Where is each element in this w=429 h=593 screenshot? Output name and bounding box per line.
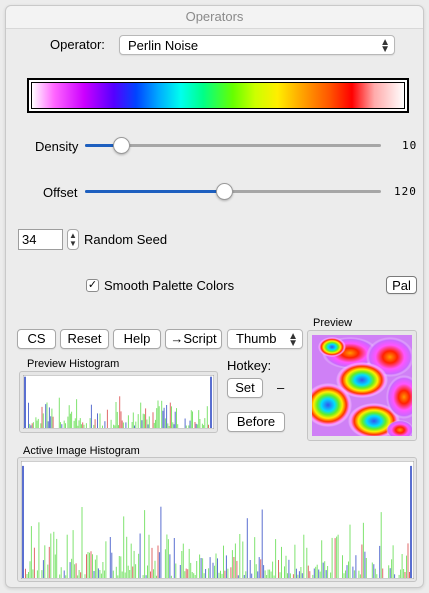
preview-label: Preview bbox=[313, 317, 353, 329]
thumb-value: Thumb bbox=[236, 331, 277, 346]
before-button[interactable]: Before bbox=[227, 412, 285, 432]
density-value: 10 bbox=[402, 139, 418, 152]
operator-popup[interactable]: Perlin Noise ▲ ▼ bbox=[119, 35, 395, 55]
seed-label: Random Seed bbox=[84, 232, 168, 247]
chevron-up-down-icon: ▲ ▼ bbox=[288, 331, 298, 349]
pal-button[interactable]: Pal bbox=[386, 276, 417, 294]
script-button[interactable]: →Script bbox=[165, 329, 222, 349]
palette-gradient bbox=[31, 82, 405, 109]
hotkey-label: Hotkey: bbox=[227, 358, 272, 373]
hotkey-value: – bbox=[277, 380, 285, 395]
thumb-popup[interactable]: Thumb ▲ ▼ bbox=[227, 329, 303, 349]
reset-button[interactable]: Reset bbox=[60, 329, 109, 349]
smooth-label: Smooth Palette Colors bbox=[104, 278, 235, 293]
active-histogram-plot bbox=[21, 461, 414, 579]
operator-label: Operator: bbox=[50, 37, 105, 52]
active-histogram-box bbox=[17, 457, 417, 582]
offset-value: 120 bbox=[394, 185, 417, 198]
chevron-up-down-icon: ▲ ▼ bbox=[380, 37, 390, 55]
stepper-arrows-icon[interactable]: ▲ ▼ bbox=[67, 229, 79, 250]
density-label: Density bbox=[35, 139, 79, 154]
palette-bar[interactable] bbox=[27, 78, 409, 113]
seed-input[interactable]: 34 bbox=[18, 229, 63, 250]
set-button[interactable]: Set bbox=[227, 378, 263, 398]
offset-knob[interactable] bbox=[216, 183, 234, 200]
offset-fill bbox=[85, 190, 225, 193]
operator-value: Perlin Noise bbox=[128, 38, 199, 53]
operators-window: Operators Operator: Perlin Noise ▲ ▼ Dens… bbox=[5, 5, 424, 588]
preview-histogram-label: Preview Histogram bbox=[27, 358, 120, 370]
offset-label: Offset bbox=[43, 185, 78, 200]
checkmark-icon: ✓ bbox=[87, 279, 98, 291]
help-button[interactable]: Help bbox=[113, 329, 161, 349]
window-title: Operators bbox=[6, 6, 423, 29]
density-knob[interactable] bbox=[112, 137, 130, 154]
active-histogram-label: Active Image Histogram bbox=[23, 445, 140, 457]
preview-thumbnail[interactable] bbox=[312, 335, 412, 436]
smooth-checkbox[interactable]: ✓ bbox=[86, 279, 99, 292]
preview-histogram-box bbox=[19, 371, 218, 433]
preview-box bbox=[307, 330, 417, 441]
cs-button[interactable]: CS bbox=[17, 329, 56, 349]
preview-histogram-plot bbox=[23, 375, 214, 429]
